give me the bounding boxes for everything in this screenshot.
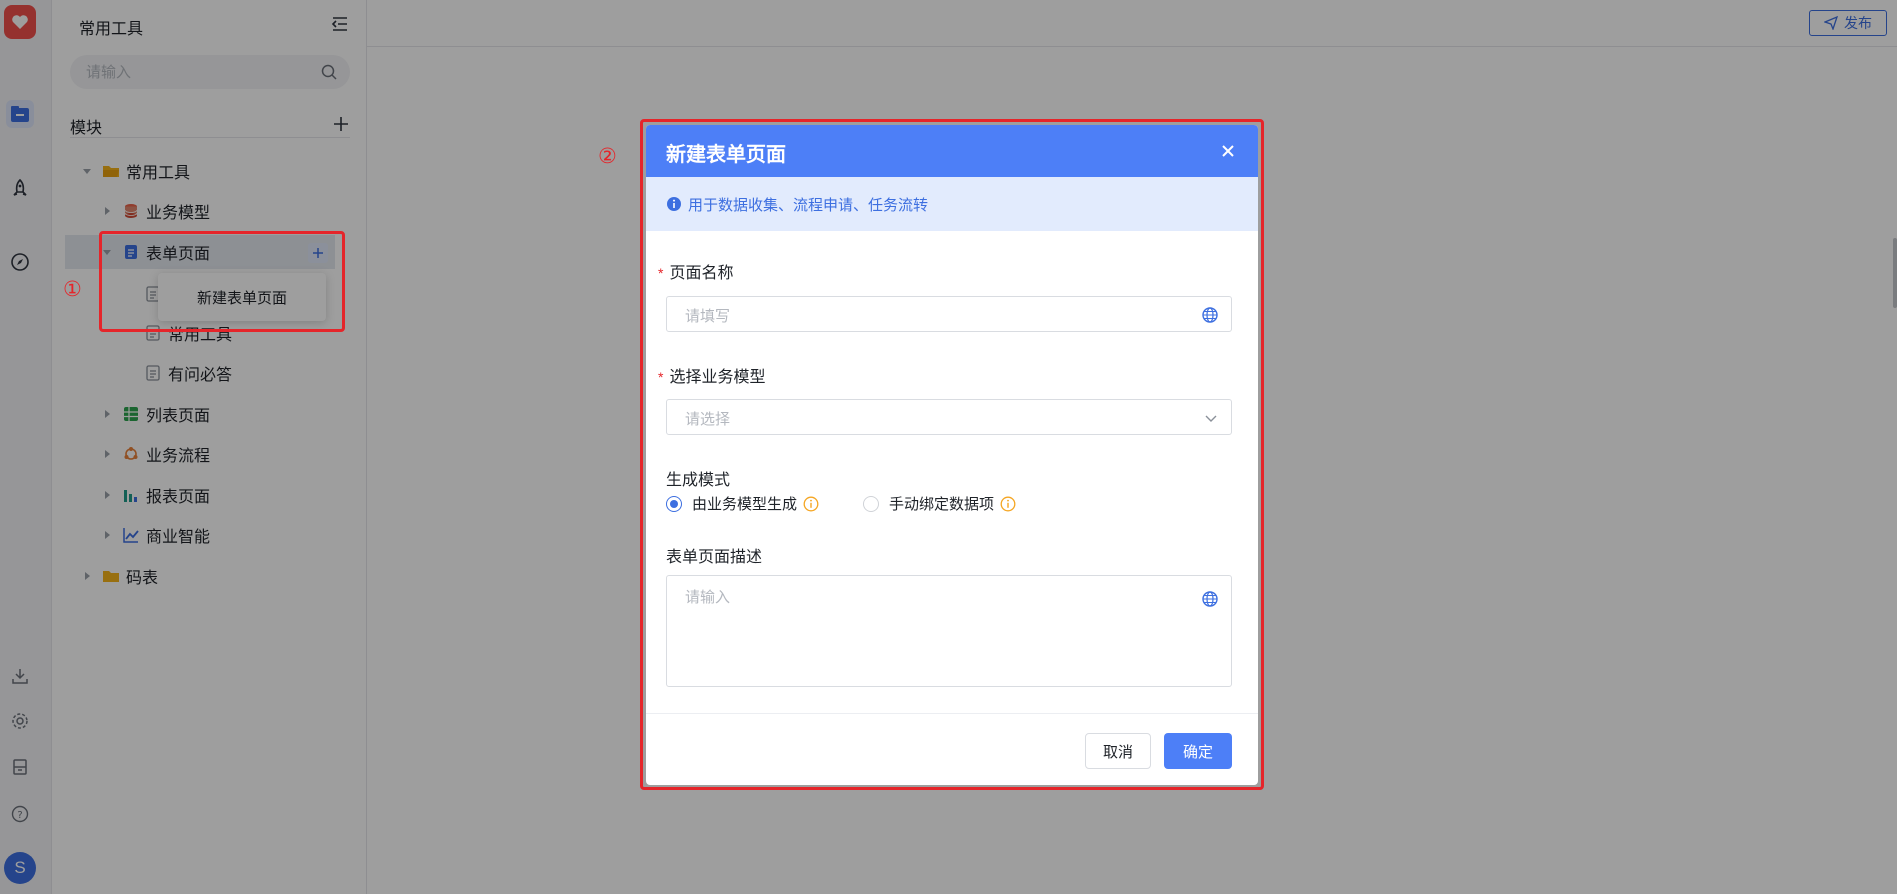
annotation-box-2 bbox=[640, 119, 1264, 790]
annotation-label-2: ② bbox=[598, 145, 617, 168]
annotation-label-1: ① bbox=[63, 278, 82, 301]
annotation-box-1 bbox=[99, 231, 345, 332]
